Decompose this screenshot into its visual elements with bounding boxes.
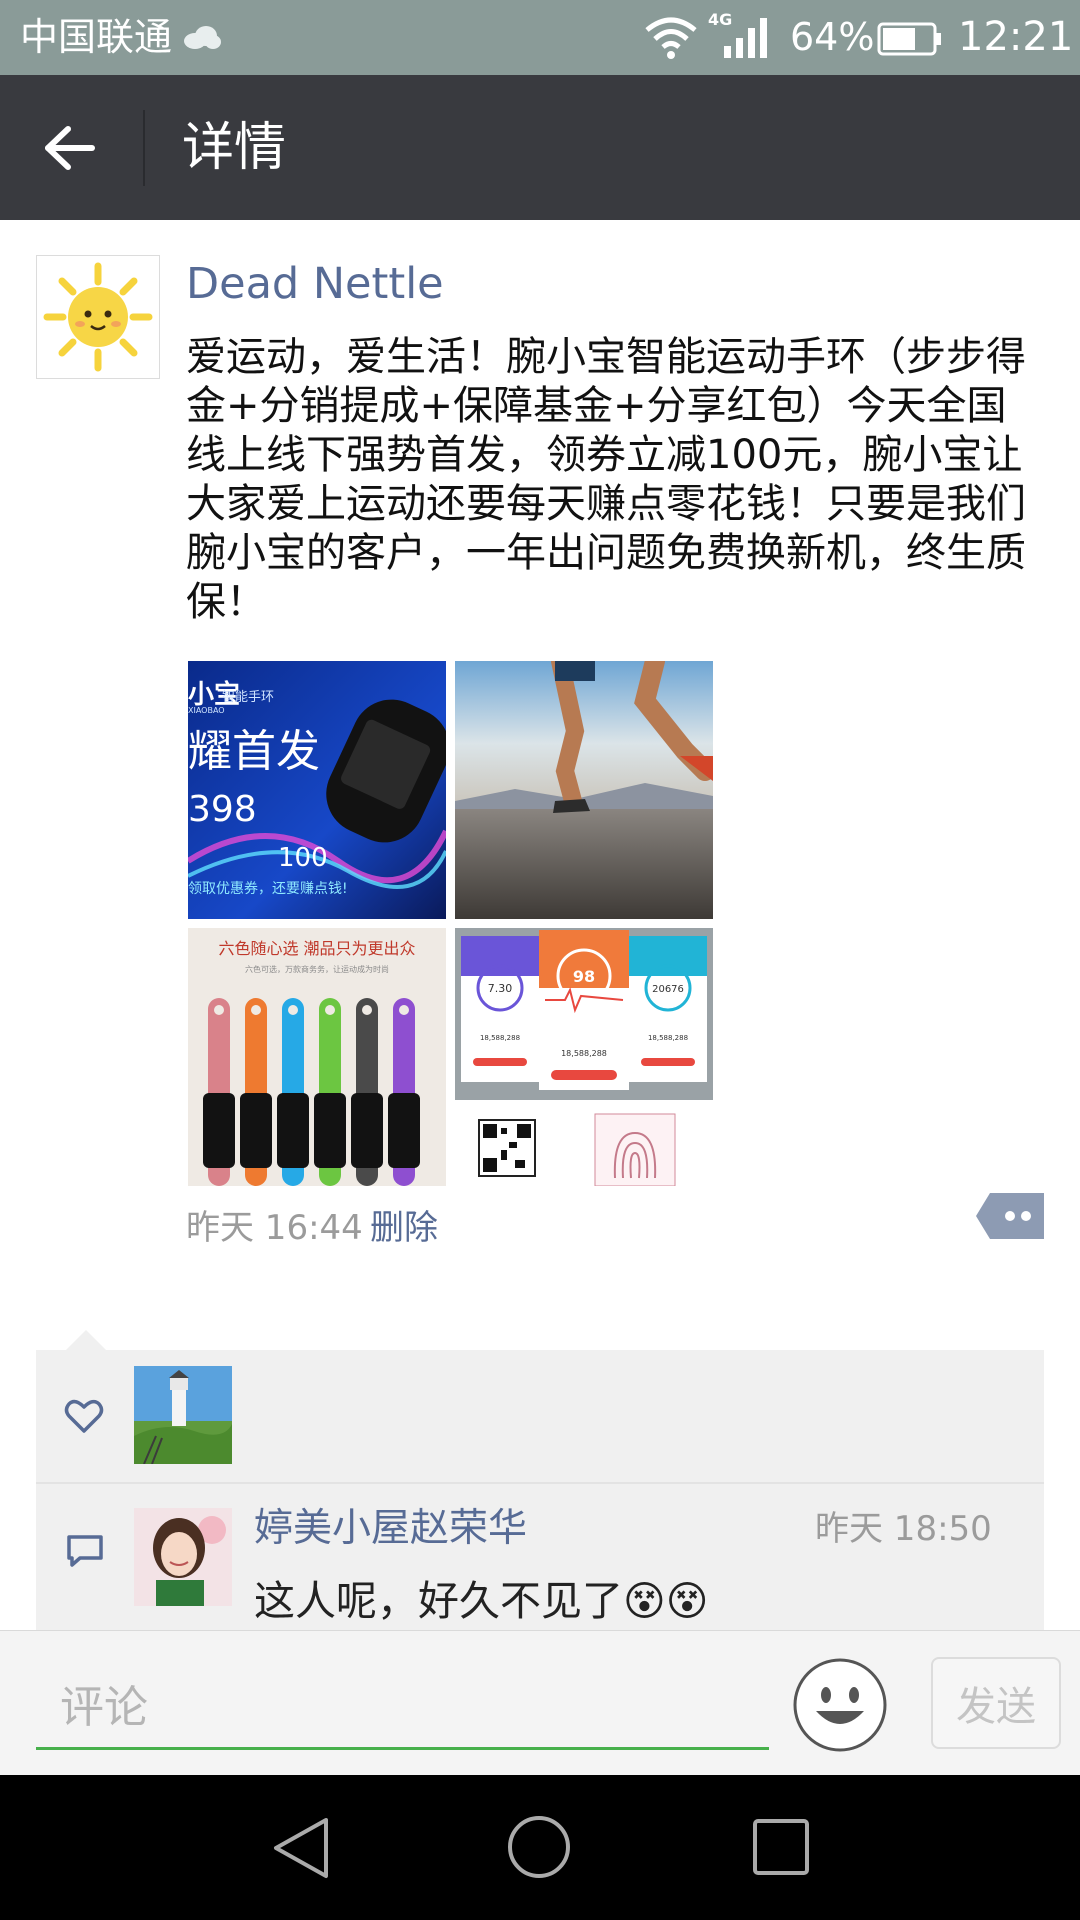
- post-text: 爱运动，爱生活！腕小宝智能运动手环（步步得金+分销提成+保障基金+分享红包）今天…: [186, 334, 1026, 625]
- heart-icon: [64, 1399, 104, 1433]
- app-total-3: 18,588,288: [648, 1034, 688, 1042]
- commenter-name[interactable]: 婷美小屋赵荣华: [254, 1504, 527, 1554]
- post-image-1[interactable]: 小宝 智能手环 XIAOBAO 耀首发 398 100 领取优惠券，还要赚点钱!: [188, 661, 446, 919]
- comment-body: 这人呢，好久不见了: [254, 1577, 623, 1625]
- carrier-name: 中国联通: [20, 15, 173, 59]
- liker-avatar[interactable]: [134, 1366, 232, 1464]
- comment-text: 这人呢，好久不见了😵😵: [254, 1575, 708, 1627]
- post-image-2[interactable]: [455, 661, 713, 919]
- post-timestamp: 昨天 16:44: [186, 1208, 363, 1248]
- top-app-bar: 详情: [0, 75, 1080, 220]
- comment-input[interactable]: [36, 1668, 769, 1750]
- app-metric-3: 20676: [652, 984, 684, 995]
- post-author-name[interactable]: Dead Nettle: [186, 258, 444, 310]
- nav-recents-icon[interactable]: [752, 1818, 810, 1876]
- sun-avatar-icon: [43, 262, 153, 372]
- more-actions-button[interactable]: [976, 1193, 1044, 1239]
- nav-home-icon[interactable]: [506, 1814, 572, 1880]
- app-total-2: 18,588,288: [561, 1049, 607, 1058]
- arrow-left-icon: [45, 125, 95, 170]
- author-avatar[interactable]: [36, 255, 160, 379]
- runner-photo: [455, 661, 713, 919]
- emoji-smile-icon[interactable]: [792, 1657, 888, 1753]
- bands-headline: 六色随心选 潮品只为更出众: [218, 939, 415, 958]
- commenter-avatar[interactable]: [134, 1508, 232, 1606]
- app-metric-2: 98: [573, 967, 595, 986]
- wifi-icon: [645, 17, 697, 59]
- battery-icon: [877, 22, 941, 56]
- post-image-3[interactable]: 六色随心选 潮品只为更出众 六色可选，万款商务务，让运动成为时尚: [188, 928, 446, 1186]
- send-button[interactable]: 发送: [931, 1657, 1061, 1749]
- woman-avatar-image: [134, 1508, 232, 1606]
- nav-back-icon[interactable]: [270, 1816, 332, 1880]
- dizzy-emoji-icon: 😵😵: [623, 1577, 709, 1625]
- comment-timestamp: 昨天 18:50: [815, 1509, 992, 1549]
- status-bar: 中国联通 4G 64% 12:21: [0, 0, 1080, 75]
- promo-latin: XIAOBAO: [188, 706, 225, 715]
- app-metric-1: 7.30: [488, 982, 513, 995]
- comment-bubble-icon: [67, 1535, 103, 1567]
- promo-price: 398: [188, 789, 257, 830]
- lighthouse-avatar-image: [134, 1366, 232, 1464]
- fingerprint-graphic: [594, 1113, 676, 1186]
- interactions-pointer: [66, 1330, 106, 1350]
- post-image-4[interactable]: 7.30 18,588,288 20676 18,588,288 98 18,5…: [455, 928, 713, 1186]
- promo-tagline: 领取优惠券，还要赚点钱!: [188, 881, 348, 897]
- header-divider: [143, 110, 145, 186]
- signal-icon: [724, 18, 767, 58]
- battery-percent: 64%: [790, 15, 875, 59]
- clock: 12:21: [958, 14, 1074, 60]
- delete-link[interactable]: 删除: [370, 1205, 438, 1251]
- bands-subline: 六色可选，万款商务务，让运动成为时尚: [245, 964, 389, 974]
- page-title: 详情: [182, 118, 287, 178]
- app-total-1: 18,588,288: [480, 1034, 520, 1042]
- promo-coupon: 100: [278, 843, 328, 873]
- qr-code: [478, 1119, 536, 1177]
- back-button[interactable]: [30, 110, 110, 185]
- promo-subtitle: 智能手环: [222, 690, 274, 705]
- promo-headline: 耀首发: [188, 726, 320, 777]
- cloud-icon: [184, 26, 221, 49]
